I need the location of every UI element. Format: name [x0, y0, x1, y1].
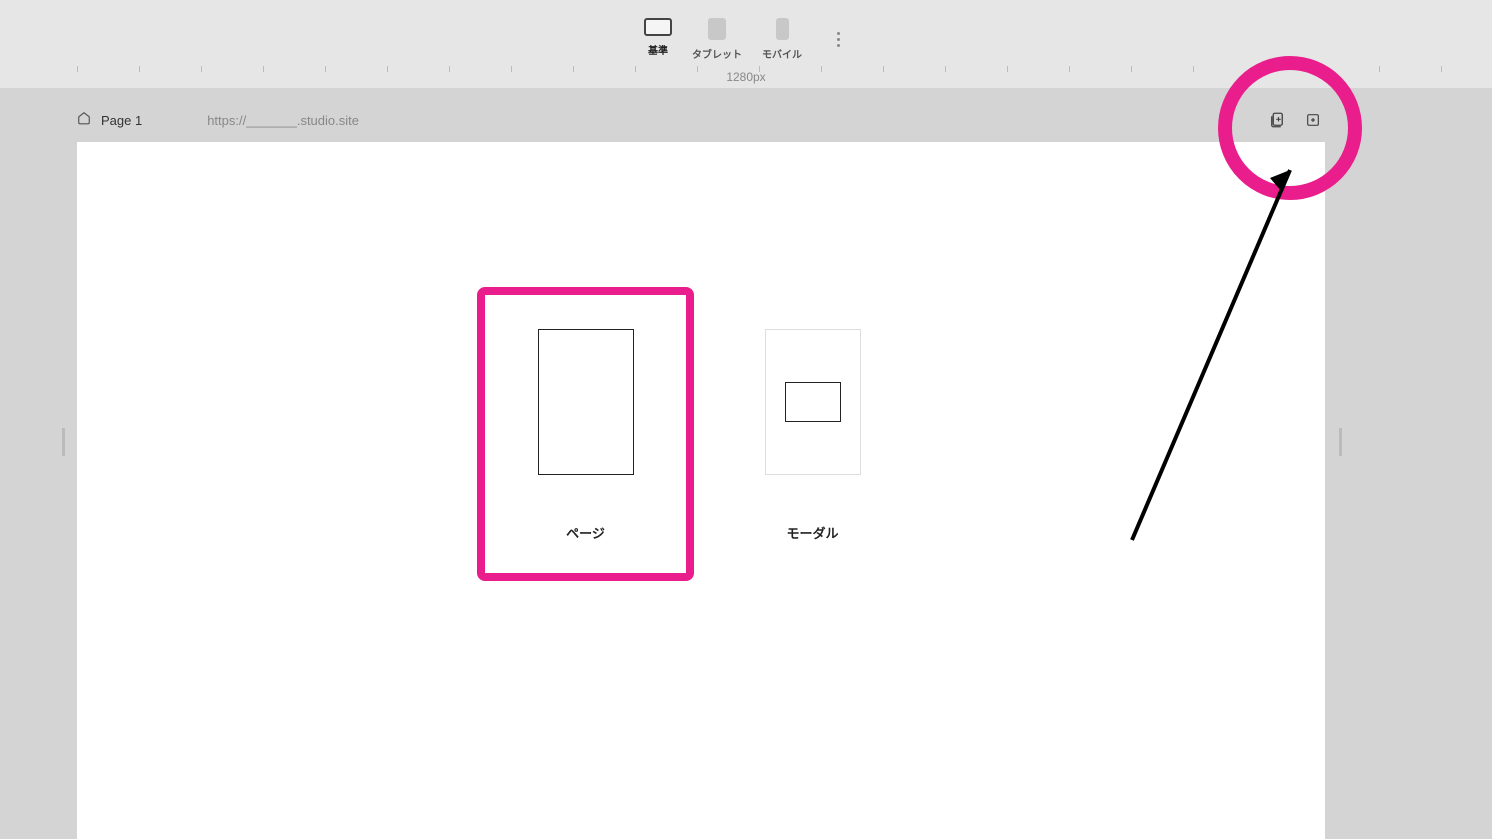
add-page-button[interactable]	[1304, 111, 1322, 129]
modal-preview-icon	[765, 329, 861, 475]
device-tab-desktop[interactable]: 基準	[644, 18, 672, 57]
tablet-icon	[708, 18, 726, 40]
card-modal[interactable]: モーダル	[704, 287, 921, 581]
page-name-label[interactable]: Page 1	[101, 113, 142, 128]
mobile-icon	[776, 18, 789, 40]
device-tabs: 基準 タブレット モバイル	[644, 18, 848, 61]
new-page-dialog: ページ モーダル	[477, 287, 921, 581]
device-label-tablet: タブレット	[692, 46, 742, 61]
home-icon	[77, 111, 91, 130]
desktop-icon	[644, 18, 672, 36]
card-page[interactable]: ページ	[477, 287, 694, 581]
device-tab-tablet[interactable]: タブレット	[692, 18, 742, 61]
page-url-label[interactable]: https://_______.studio.site	[207, 113, 359, 128]
resize-handle-left[interactable]	[62, 428, 65, 456]
more-options-button[interactable]	[828, 24, 848, 54]
header-actions	[1268, 111, 1322, 129]
resize-handle-right[interactable]	[1339, 428, 1342, 456]
page-header-bar: Page 1 https://_______.studio.site	[77, 100, 1492, 140]
card-modal-label: モーダル	[786, 523, 838, 542]
page-preview-icon	[538, 329, 634, 475]
device-label-mobile: モバイル	[762, 46, 802, 61]
device-tab-mobile[interactable]: モバイル	[762, 18, 802, 61]
duplicate-page-button[interactable]	[1268, 111, 1286, 129]
card-page-label: ページ	[566, 523, 605, 542]
canvas-width-label: 1280px	[726, 70, 765, 84]
device-toolbar: 基準 タブレット モバイル 1280px	[0, 0, 1492, 88]
device-label-desktop: 基準	[648, 42, 668, 57]
